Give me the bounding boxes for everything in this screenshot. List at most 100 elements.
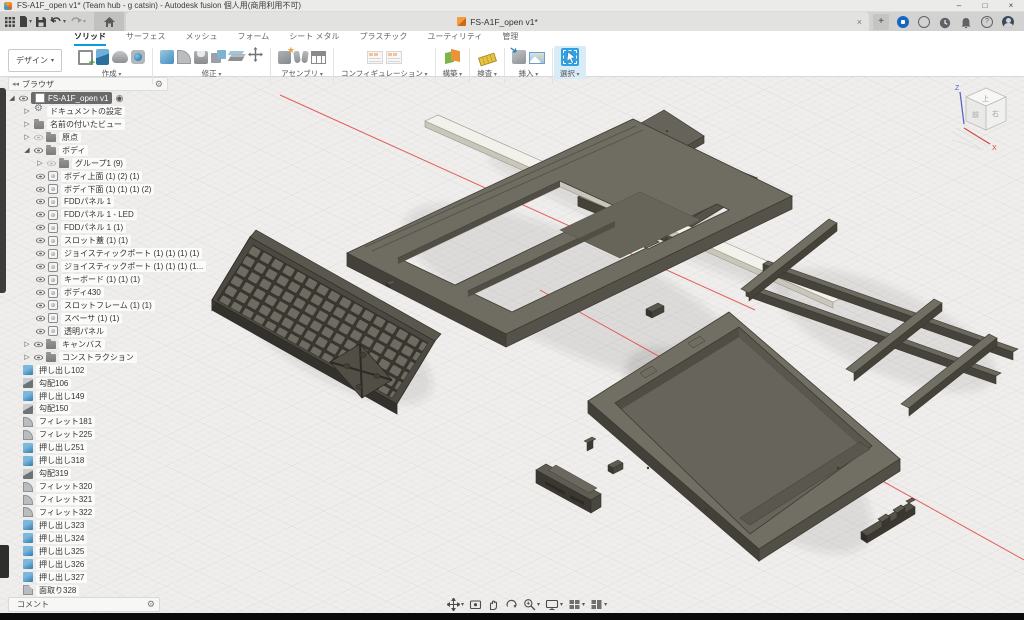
pan-tool-button[interactable] (487, 598, 500, 611)
visibility-eye-icon[interactable] (36, 186, 45, 191)
job-status-icon[interactable] (897, 16, 909, 28)
expand-icon[interactable]: ▷ (36, 159, 44, 167)
data-panel-handle[interactable] (0, 88, 6, 293)
viewports-button[interactable]: ▾ (590, 598, 607, 611)
browser-tree-row[interactable]: 勾配150 (8, 403, 268, 416)
offset-icon[interactable] (229, 50, 245, 64)
browser-panel-header[interactable]: ◂◂ ブラウザ ⚙ (8, 77, 168, 91)
visibility-eye-icon[interactable] (36, 264, 45, 269)
browser-tree-row[interactable]: ▷ 原点 (8, 131, 268, 144)
view-cube[interactable]: 上 前 右 Z X (950, 80, 1024, 154)
browser-tree-row[interactable]: 押し出し318 (8, 454, 268, 467)
group-select-label[interactable]: 選択 (560, 68, 580, 79)
browser-tree-row[interactable]: 押し出し327 (8, 571, 268, 584)
visibility-eye-icon[interactable] (36, 316, 45, 321)
browser-tree-row[interactable]: ▷ 名前の付いたビュー (8, 118, 268, 131)
browser-tree-row[interactable]: ジョイスティックポート (1) (1) (1) (1) (8, 247, 268, 260)
group-modify-label[interactable]: 修正 (202, 68, 222, 79)
group-create-label[interactable]: 作成 (102, 68, 122, 79)
browser-tree-row[interactable]: フィレット322 (8, 506, 268, 519)
extrude-icon[interactable] (96, 49, 109, 65)
visibility-eye-icon[interactable] (34, 342, 43, 347)
expand-icon[interactable]: ▷ (23, 340, 31, 348)
viewcube-right-label[interactable]: 右 (992, 109, 999, 118)
visibility-eye-icon[interactable] (34, 355, 43, 360)
viewcube-top-label[interactable]: 上 (982, 94, 989, 103)
group-inspect-label[interactable]: 検査 (477, 68, 497, 79)
expand-icon[interactable]: ▷ (23, 133, 31, 141)
window-minimize-button[interactable]: – (946, 0, 972, 12)
visibility-eye-icon[interactable] (47, 160, 56, 165)
browser-tree-row[interactable]: 勾配319 (8, 467, 268, 480)
visibility-eye-icon[interactable] (34, 148, 43, 153)
browser-tree-row[interactable]: 押し出し323 (8, 519, 268, 532)
ribbon-tab-plastic[interactable]: プラスチック (360, 31, 408, 46)
visibility-eye-icon[interactable] (36, 212, 45, 217)
look-at-button[interactable] (469, 598, 482, 611)
grid-caret[interactable]: ▾ (582, 601, 585, 608)
browser-tree-row[interactable]: ジョイスティックポート (1) (1) (1) (1... (8, 260, 268, 273)
display-settings-button[interactable]: ▾ (545, 598, 563, 611)
expand-icon[interactable]: ◢ (8, 94, 16, 102)
browser-tree-row[interactable]: 押し出し324 (8, 532, 268, 545)
group-insert-label[interactable]: 挿入 (519, 68, 539, 79)
browser-tree-row[interactable]: フィレット181 (8, 415, 268, 428)
primitive-icon[interactable] (131, 50, 145, 64)
comment-bar[interactable]: コメント ⚙ (8, 597, 160, 612)
group-construct-label[interactable]: 構築 (443, 68, 463, 79)
browser-tree-row[interactable]: 面取り328 (8, 584, 268, 597)
browser-tree-row[interactable]: ▷ キャンバス (8, 338, 268, 351)
zoom-tool-button[interactable]: ▾ (523, 598, 540, 611)
ribbon-tab-mesh[interactable]: メッシュ (186, 31, 218, 46)
orbit-rotate-button[interactable] (505, 598, 518, 611)
help-icon[interactable]: ? (981, 16, 993, 28)
browser-tree-row[interactable]: ▷ コンストラクション (8, 351, 268, 364)
visibility-eye-icon[interactable] (34, 135, 43, 140)
browser-tree-row[interactable]: 押し出し325 (8, 545, 268, 558)
expand-icon[interactable]: ▷ (23, 107, 31, 115)
display-caret[interactable]: ▾ (560, 601, 563, 608)
shell-icon[interactable] (194, 51, 208, 64)
browser-tree-row[interactable]: ▷ グループ1 (9) (8, 157, 268, 170)
expand-icon[interactable]: ◢ (23, 146, 31, 154)
ribbon-tab-solid[interactable]: ソリッド (74, 31, 106, 46)
save-button[interactable] (36, 14, 46, 29)
orbit-tool-button[interactable]: ▾ (447, 598, 464, 611)
window-close-button[interactable]: × (998, 0, 1024, 12)
visibility-eye-icon[interactable] (36, 199, 45, 204)
browser-tree-row[interactable]: 押し出し102 (8, 364, 268, 377)
insert-derive-icon[interactable] (512, 50, 526, 64)
visibility-eye-icon[interactable] (36, 251, 45, 256)
browser-tree-row[interactable]: フィレット225 (8, 428, 268, 441)
ribbon-tab-utility[interactable]: ユーティリティ (427, 31, 482, 46)
visibility-eye-icon[interactable] (36, 329, 45, 334)
browser-root-row[interactable]: ◢ FS-A1F_open v1 ◉ (8, 92, 268, 105)
browser-tree-row[interactable]: 透明パネル (8, 325, 268, 338)
configuration-table-icon[interactable] (386, 51, 402, 64)
fillet-icon[interactable] (177, 50, 191, 64)
browser-tree-row[interactable]: ボディ下面 (1) (1) (1) (2) (8, 183, 268, 196)
browser-tree-row[interactable]: ボディ上面 (1) (2) (1) (8, 170, 268, 183)
browser-tree-row[interactable]: FDDパネル 1 (1) (8, 221, 268, 234)
revolve-icon[interactable] (112, 51, 128, 63)
notifications-bell-icon[interactable] (960, 16, 972, 28)
browser-tree-row[interactable]: フィレット321 (8, 493, 268, 506)
create-sketch-icon[interactable] (78, 50, 93, 65)
ribbon-tab-surface[interactable]: サーフェス (126, 31, 166, 46)
bom-table-icon[interactable] (311, 51, 326, 64)
group-configure-label[interactable]: コンフィギュレーション (341, 68, 428, 79)
redo-button[interactable]: ▾ (70, 14, 86, 29)
profile-avatar[interactable] (1002, 16, 1014, 28)
joint-icon[interactable] (294, 50, 308, 64)
browser-tree-row[interactable]: 勾配106 (8, 377, 268, 390)
collapse-panel-icon[interactable]: ◂◂ (9, 80, 22, 88)
viewports-caret[interactable]: ▾ (604, 601, 607, 608)
browser-tree-row[interactable]: FDDパネル 1 (8, 196, 268, 209)
viewcube-front-label[interactable]: 前 (972, 110, 979, 119)
measure-icon[interactable] (478, 52, 497, 66)
workspace-selector[interactable]: デザイン▾ (8, 49, 62, 72)
construction-plane-icon[interactable] (445, 50, 460, 64)
browser-tree-row[interactable]: スロット蓋 (1) (1) (8, 234, 268, 247)
visibility-eye-icon[interactable] (36, 238, 45, 243)
move-icon[interactable] (248, 47, 263, 67)
